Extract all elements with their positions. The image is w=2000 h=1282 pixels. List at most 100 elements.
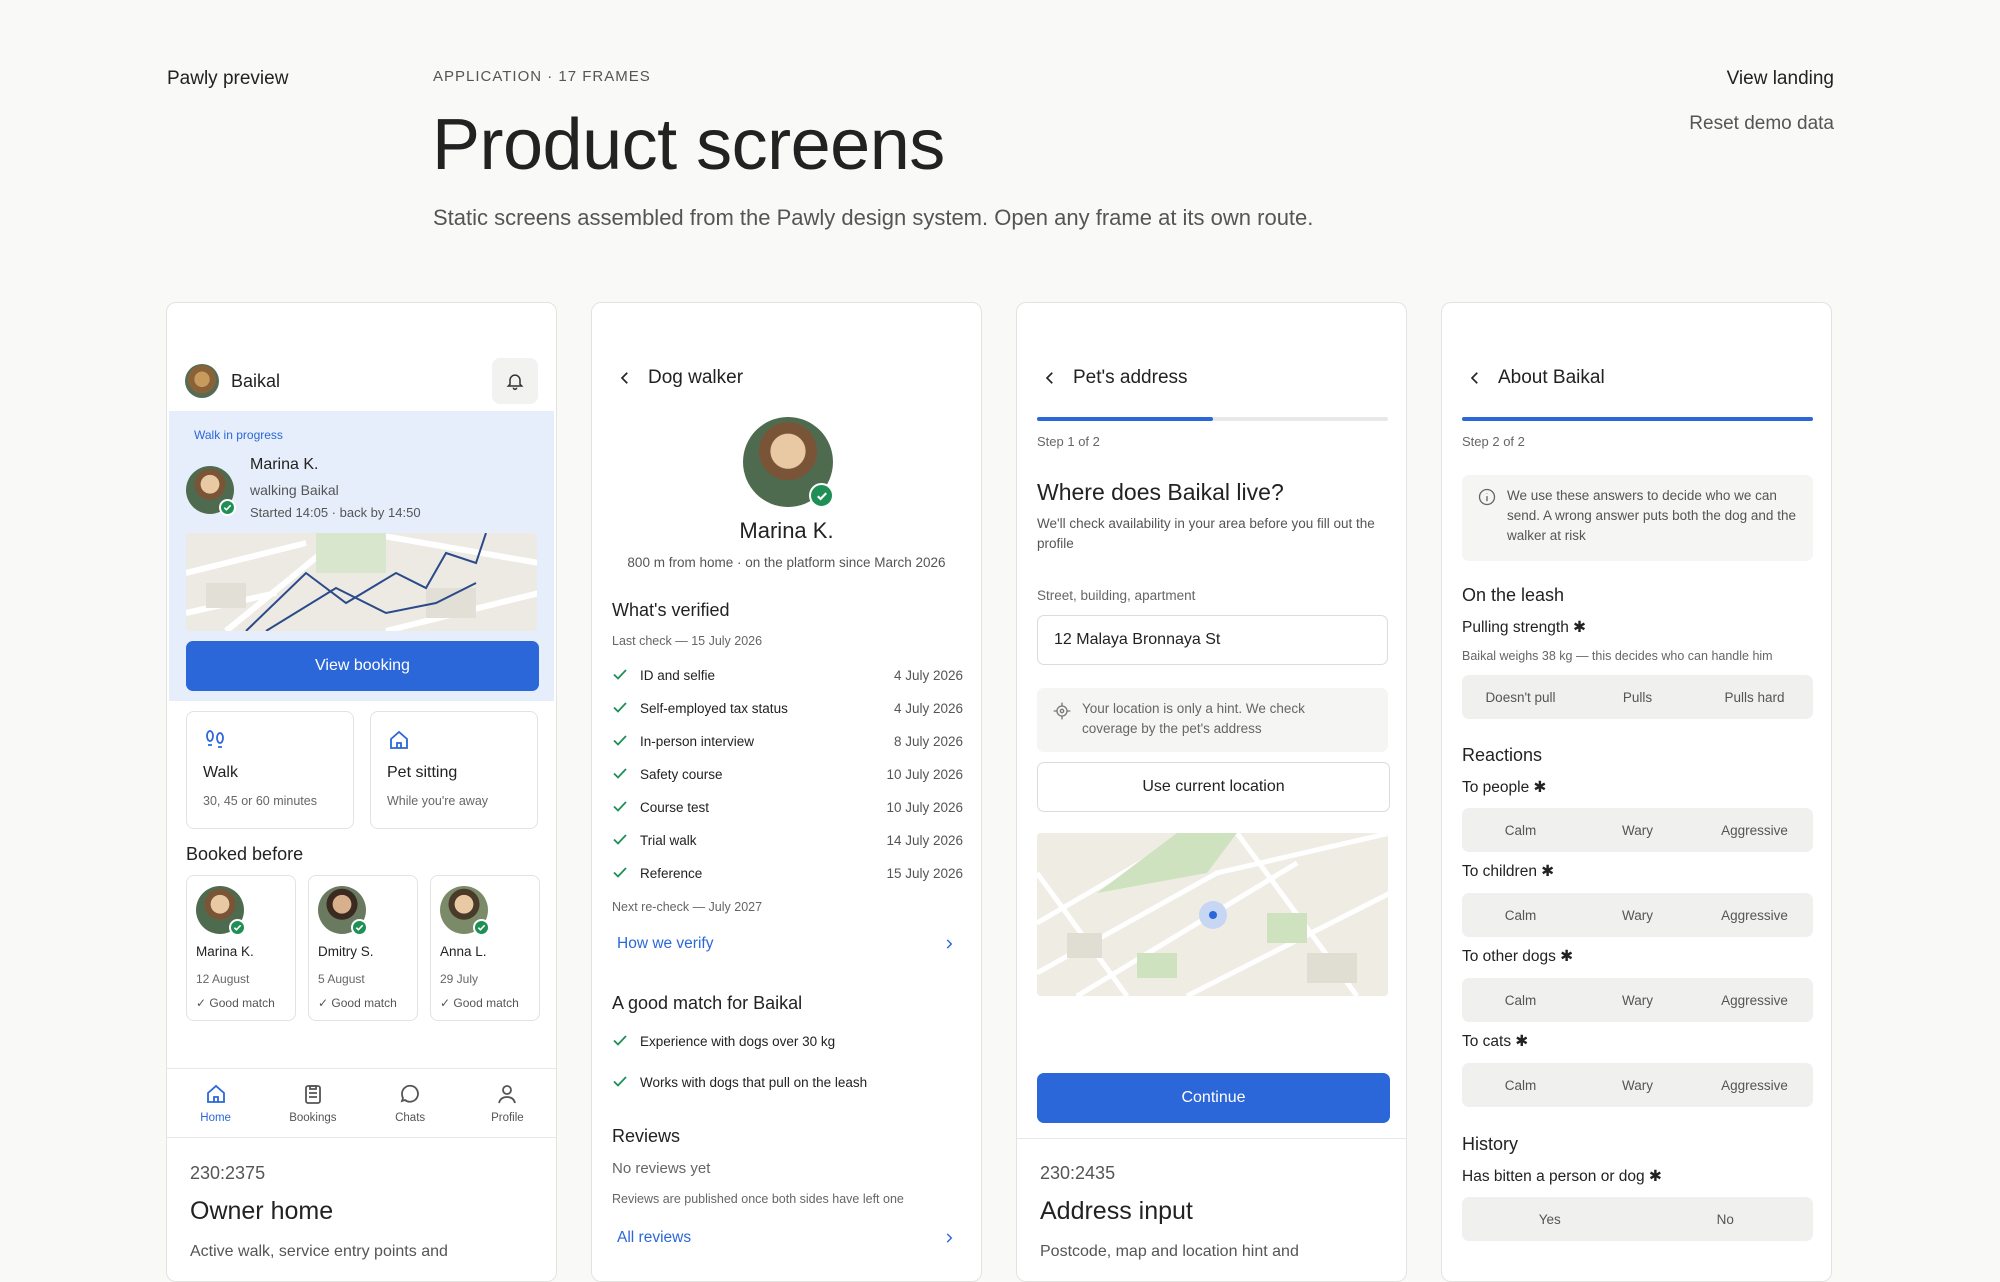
tab-profile[interactable]: Profile xyxy=(459,1069,556,1137)
reactions-section-title: Reactions xyxy=(1462,745,1543,765)
no-reviews-label: No reviews yet xyxy=(612,1160,711,1177)
bell-icon xyxy=(506,374,524,391)
verification-row: Reference 15 July 2026 xyxy=(612,863,963,883)
back-button[interactable] xyxy=(1462,365,1488,391)
frame-address-input: Pet's address Step 1 of 2 Where does Bai… xyxy=(1016,302,1407,1282)
walker-name: Marina K. xyxy=(196,944,254,959)
walk-route-map[interactable] xyxy=(186,533,537,631)
progress-fill xyxy=(1462,417,1813,421)
reaction-option[interactable]: Calm xyxy=(1462,893,1579,937)
reaction-option[interactable]: Calm xyxy=(1462,1063,1579,1107)
booking-date: 12 August xyxy=(196,972,250,986)
use-current-location-button[interactable]: Use current location xyxy=(1037,762,1390,812)
back-button[interactable] xyxy=(1037,365,1063,391)
screen-header: About Baikal xyxy=(1442,353,1831,403)
pulling-option[interactable]: Pulls hard xyxy=(1696,675,1813,719)
booking-date: 5 August xyxy=(318,972,365,986)
chevron-left-icon xyxy=(1045,372,1053,384)
reset-demo-button[interactable]: Reset demo data xyxy=(1689,113,1834,135)
home-icon xyxy=(206,1084,225,1103)
check-icon xyxy=(612,864,630,883)
walker-activity: walking Baikal xyxy=(250,482,339,498)
brand-name: Pawly preview xyxy=(167,68,289,89)
continue-button[interactable]: Continue xyxy=(1037,1073,1390,1123)
back-button[interactable] xyxy=(612,365,638,391)
reviews-section-title: Reviews xyxy=(612,1126,681,1146)
frame-dog-walker: Dog walker Marina K. 800 m from home · o… xyxy=(591,302,982,1282)
tab-bookings[interactable]: Bookings xyxy=(264,1069,361,1137)
clipboard-icon xyxy=(304,1085,321,1104)
reaction-label: To children ✱ xyxy=(1462,863,1555,880)
verified-badge-icon xyxy=(473,919,490,936)
pulling-note: Baikal weighs 38 kg — this decides who c… xyxy=(1462,649,1773,663)
notifications-button[interactable] xyxy=(492,358,538,404)
booked-walker-card[interactable]: Marina K. 12 August ✓ Good match xyxy=(186,875,296,1021)
match-label: ✓ Good match xyxy=(196,996,275,1010)
divider xyxy=(1017,1138,1406,1139)
verification-row: ID and selfie 4 July 2026 xyxy=(612,665,963,685)
bitten-option[interactable]: Yes xyxy=(1462,1197,1638,1241)
active-walk-card: Walk in progress Marina K. walking Baika… xyxy=(169,411,554,701)
service-card-walk[interactable]: Walk 30, 45 or 60 minutes xyxy=(186,711,354,829)
verified-section-title: What's verified xyxy=(612,600,730,620)
reaction-option[interactable]: Wary xyxy=(1579,1063,1696,1107)
service-card-pet-sitting[interactable]: Pet sitting While you're away xyxy=(370,711,538,829)
reaction-option[interactable]: Wary xyxy=(1579,808,1696,852)
match-row: Works with dogs that pull on the leash xyxy=(612,1072,963,1092)
view-booking-button[interactable]: View booking xyxy=(186,641,539,691)
tab-home[interactable]: Home xyxy=(167,1069,264,1137)
address-input[interactable] xyxy=(1037,615,1388,665)
check-icon xyxy=(612,1073,630,1092)
question-title: Where does Baikal live? xyxy=(1037,479,1284,505)
match-label: ✓ Good match xyxy=(318,996,397,1010)
bitten-selector: Yes No xyxy=(1462,1197,1813,1241)
service-subtitle: While you're away xyxy=(387,794,489,808)
check-icon xyxy=(612,831,630,850)
pulling-option[interactable]: Doesn't pull xyxy=(1462,675,1579,719)
progress-fill xyxy=(1037,417,1213,421)
walker-meta: 800 m from home · on the platform since … xyxy=(627,555,946,570)
check-icon: ✓ xyxy=(440,996,454,1010)
chat-bubble-icon xyxy=(400,1084,420,1103)
booked-before-title: Booked before xyxy=(186,844,304,864)
walker-avatar xyxy=(318,886,368,936)
eyebrow-label: APPLICATION · 17 FRAMES xyxy=(433,68,651,85)
step-progress-bar xyxy=(1462,417,1813,421)
reaction-option[interactable]: Aggressive xyxy=(1696,978,1813,1022)
reaction-option[interactable]: Aggressive xyxy=(1696,1063,1813,1107)
reaction-option[interactable]: Calm xyxy=(1462,978,1579,1022)
reaction-selector-dogs: Calm Wary Aggressive xyxy=(1462,978,1813,1022)
reaction-option[interactable]: Wary xyxy=(1579,893,1696,937)
address-map[interactable] xyxy=(1037,833,1388,996)
last-check-label: Last check — 15 July 2026 xyxy=(612,634,763,648)
reaction-option[interactable]: Wary xyxy=(1579,978,1696,1022)
walk-time: Started 14:05 · back by 14:50 xyxy=(250,505,421,520)
bitten-option[interactable]: No xyxy=(1638,1197,1814,1241)
chevron-left-icon xyxy=(1470,372,1478,384)
reaction-option[interactable]: Aggressive xyxy=(1696,893,1813,937)
booked-walker-card[interactable]: Anna L. 29 July ✓ Good match xyxy=(430,875,540,1021)
walker-name: Dmitry S. xyxy=(318,944,374,959)
leash-section-title: On the leash xyxy=(1462,585,1565,605)
location-target-icon xyxy=(1053,702,1071,720)
pulling-option[interactable]: Pulls xyxy=(1579,675,1696,719)
booked-walker-card[interactable]: Dmitry S. 5 August ✓ Good match xyxy=(308,875,418,1021)
reaction-option[interactable]: Aggressive xyxy=(1696,808,1813,852)
pet-avatar[interactable] xyxy=(185,364,219,398)
frame-description: Active walk, service entry points and xyxy=(190,1243,448,1260)
check-icon xyxy=(612,732,630,751)
next-recheck-label: Next re-check — July 2027 xyxy=(612,900,763,914)
pulling-label: Pulling strength ✱ xyxy=(1462,619,1587,636)
frame-name[interactable]: Address input xyxy=(1040,1197,1193,1226)
screen-title: Dog walker xyxy=(648,367,744,388)
view-landing-link[interactable]: View landing xyxy=(1727,68,1834,90)
match-label: ✓ Good match xyxy=(440,996,519,1010)
how-we-verify-link[interactable]: How we verify xyxy=(617,935,956,953)
service-title: Pet sitting xyxy=(387,764,458,781)
pulling-selector: Doesn't pull Pulls Pulls hard xyxy=(1462,675,1813,719)
frame-name[interactable]: Owner home xyxy=(190,1197,333,1226)
tab-chats[interactable]: Chats xyxy=(362,1069,459,1137)
paw-prints-icon xyxy=(206,730,224,748)
all-reviews-link[interactable]: All reviews xyxy=(617,1229,956,1247)
reaction-option[interactable]: Calm xyxy=(1462,808,1579,852)
